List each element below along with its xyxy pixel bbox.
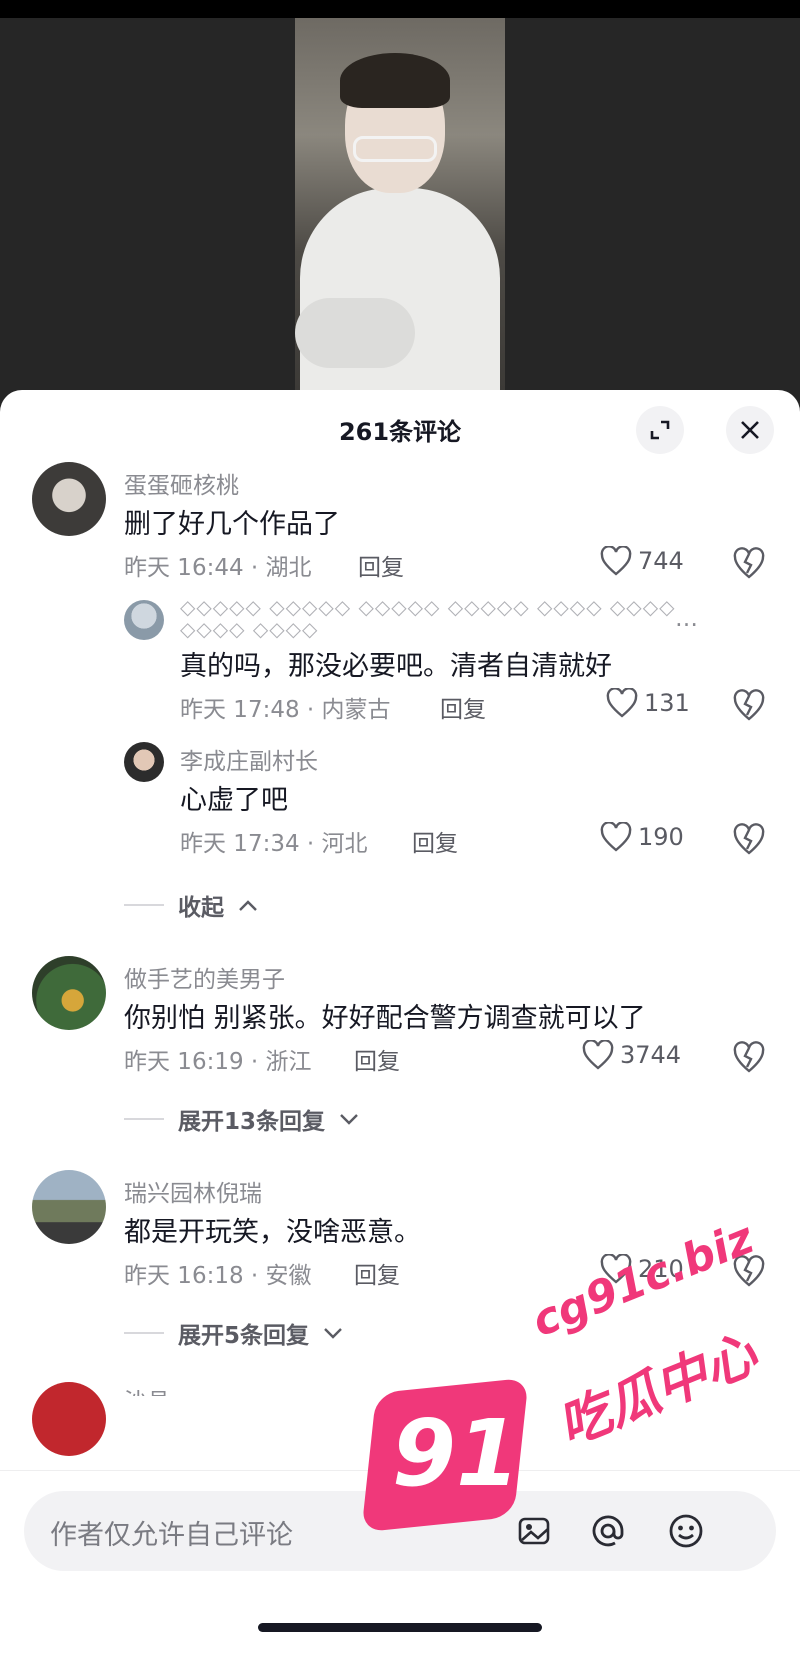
expand-label: 展开5条回复	[178, 1323, 310, 1349]
collapse-replies-toggle[interactable]: 收起	[124, 888, 258, 922]
avatar[interactable]	[32, 956, 106, 1030]
video-thumbnail	[295, 18, 505, 408]
chevron-down-icon	[340, 1114, 358, 1125]
divider-line	[124, 1332, 164, 1334]
reply-button[interactable]: 回复	[354, 1256, 400, 1290]
image-icon[interactable]	[512, 1509, 556, 1553]
broken-heart-icon[interactable]	[732, 822, 766, 856]
like-count: 744	[638, 547, 684, 575]
chevron-up-icon	[239, 900, 257, 911]
comment-username[interactable]: 瑞兴园林倪瑞	[124, 1174, 262, 1208]
divider-line	[124, 1118, 164, 1120]
chevron-down-icon	[324, 1328, 342, 1339]
comment-time: 昨天 16:44 · 湖北	[124, 555, 312, 581]
comment-username[interactable]: 蛋蛋砸核桃	[124, 466, 239, 500]
avatar[interactable]	[32, 462, 106, 536]
avatar[interactable]	[124, 742, 164, 782]
input-placeholder: 作者仅允许自己评论	[50, 1520, 293, 1551]
reply-button[interactable]: 回复	[412, 824, 458, 858]
like-button[interactable]: 190	[600, 822, 684, 852]
video-player[interactable]	[0, 18, 800, 418]
avatar[interactable]	[124, 600, 164, 640]
heart-icon	[600, 546, 632, 576]
reply-button[interactable]: 回复	[440, 690, 486, 724]
expand-replies-toggle[interactable]: 展开13条回复	[124, 1102, 359, 1136]
reply-button[interactable]: 回复	[358, 548, 404, 582]
expand-icon	[650, 420, 670, 440]
comment-text: 删了好几个作品了	[124, 509, 340, 540]
reply-button[interactable]: 回复	[354, 1042, 400, 1076]
person-glasses	[353, 136, 437, 162]
avatar[interactable]	[32, 1382, 106, 1456]
broken-heart-icon[interactable]	[732, 546, 766, 580]
heart-icon	[582, 1040, 614, 1070]
divider-line	[124, 904, 164, 906]
person-hair	[340, 53, 450, 108]
like-count: 190	[638, 823, 684, 851]
status-bar	[0, 0, 800, 18]
mention-icon[interactable]	[586, 1509, 630, 1553]
masked-username[interactable]: ◇◇◇◇◇ ◇◇◇◇◇ ◇◇◇◇◇ ◇◇◇◇◇ ◇◇◇◇ ◇◇◇◇ ◇◇◇◇ ◇…	[180, 596, 690, 640]
collapse-label: 收起	[178, 895, 224, 921]
emoji-icon[interactable]	[664, 1509, 708, 1553]
like-button[interactable]: 3744	[582, 1040, 681, 1070]
comment-username[interactable]: 沙县...	[124, 1382, 192, 1396]
expand-label: 展开13条回复	[178, 1109, 326, 1135]
comment-time: 昨天 16:19 · 浙江	[124, 1049, 312, 1075]
expand-replies-toggle[interactable]: 展开5条回复	[124, 1316, 343, 1350]
close-icon	[741, 421, 759, 439]
person-arm	[295, 298, 415, 368]
comment-time: 昨天 16:18 · 安徽	[124, 1263, 312, 1289]
close-button[interactable]	[726, 406, 774, 454]
comment-text: 都是开玩笑，没啥恶意。	[124, 1217, 421, 1248]
like-button[interactable]: 131	[606, 688, 690, 718]
home-indicator	[258, 1623, 542, 1632]
avatar[interactable]	[32, 1170, 106, 1244]
watermark-number: 91	[392, 1400, 521, 1507]
heart-icon	[600, 822, 632, 852]
like-button[interactable]: 744	[600, 546, 684, 576]
username-ellipsis: …	[675, 606, 698, 632]
comment-username[interactable]: 做手艺的美男子	[124, 960, 285, 994]
reply-time: 昨天 17:48 · 内蒙古	[180, 697, 391, 723]
reply-time: 昨天 17:34 · 河北	[180, 831, 368, 857]
comment-text: 你别怕 别紧张。好好配合警方调查就可以了	[124, 1003, 646, 1034]
broken-heart-icon[interactable]	[732, 688, 766, 722]
like-count: 131	[644, 689, 690, 717]
like-count: 3744	[620, 1041, 682, 1069]
heart-icon	[606, 688, 638, 718]
expand-button[interactable]	[636, 406, 684, 454]
reply-username[interactable]: 李成庄副村长	[180, 742, 318, 776]
broken-heart-icon[interactable]	[732, 1040, 766, 1074]
reply-text: 心虚了吧	[180, 785, 288, 816]
reply-text: 真的吗，那没必要吧。清者自清就好	[180, 651, 612, 682]
